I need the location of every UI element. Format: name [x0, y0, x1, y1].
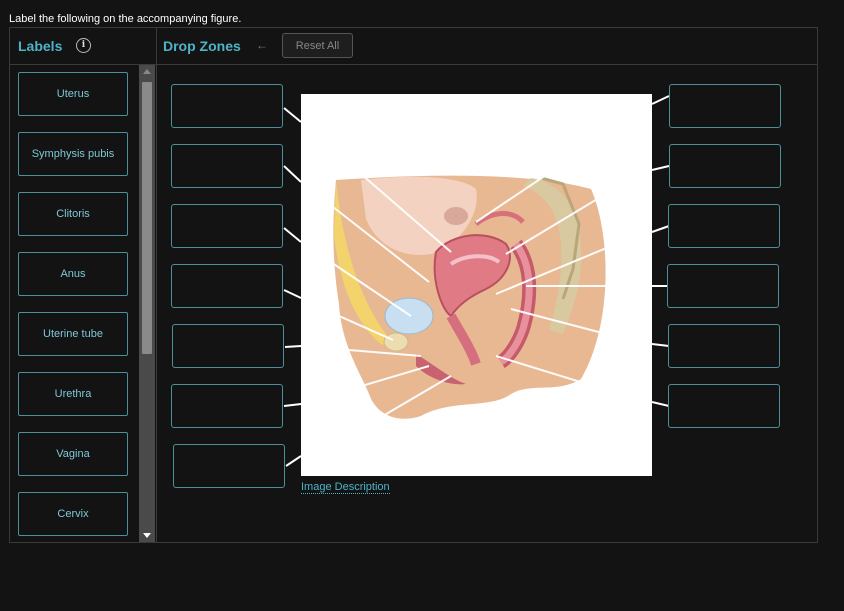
drop-zone-right-1[interactable] [669, 84, 781, 128]
drop-zone-right-3[interactable] [668, 204, 780, 248]
drop-zone-left-3[interactable] [171, 204, 283, 248]
drop-zone-left-4[interactable] [171, 264, 283, 308]
drop-zone-left-6[interactable] [171, 384, 283, 428]
drop-zone-right-2[interactable] [669, 144, 781, 188]
drop-zone-left-1[interactable] [171, 84, 283, 128]
drop-zone-left-5[interactable] [172, 324, 284, 368]
drop-zone-left-2[interactable] [171, 144, 283, 188]
drop-zone-left-7[interactable] [173, 444, 285, 488]
drop-zone-right-5[interactable] [668, 324, 780, 368]
drop-zone-right-6[interactable] [668, 384, 780, 428]
image-description-link[interactable]: Image Description [301, 481, 390, 494]
drop-zone-right-4[interactable] [667, 264, 779, 308]
